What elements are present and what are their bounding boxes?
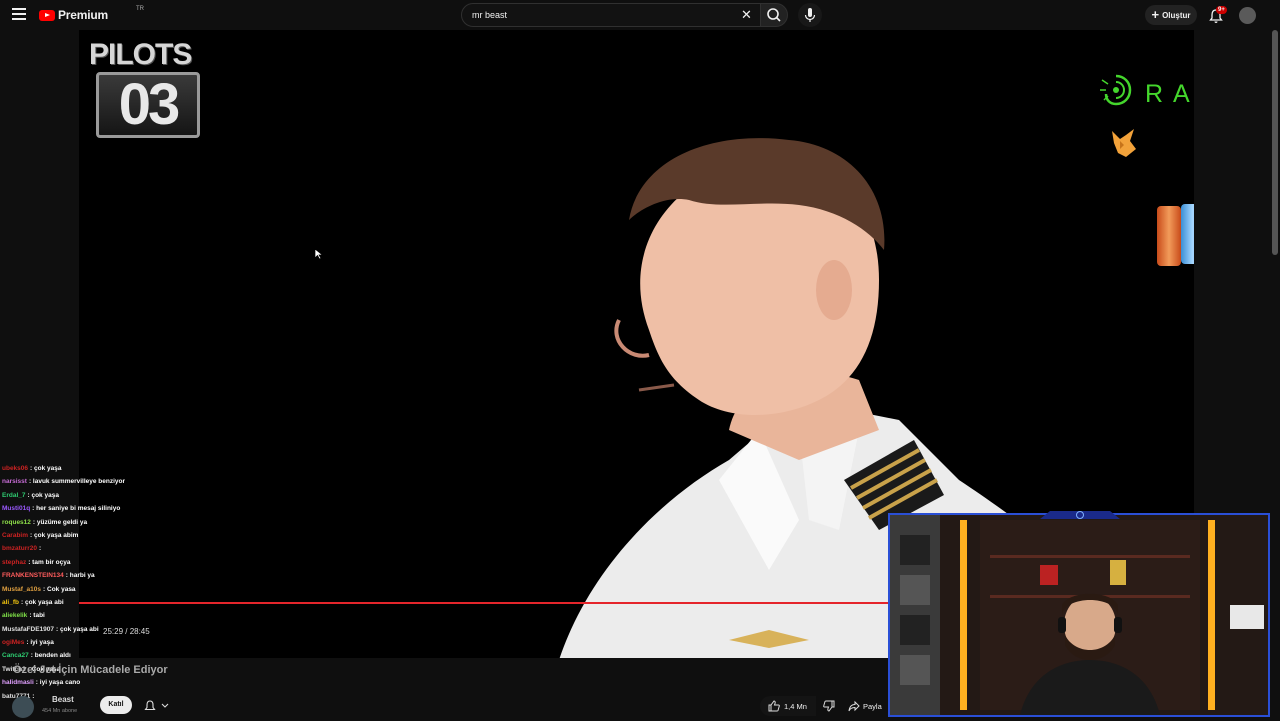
chat-text: : iyi yaşa cano xyxy=(35,679,81,687)
chat-username: Carabim xyxy=(2,531,29,539)
chat-username: Musti01q xyxy=(2,505,31,513)
chat-message: FRANKENSTEIN134: harbi ya xyxy=(2,569,252,582)
chat-username: MustafaFDE1907 xyxy=(2,625,55,633)
subscriber-count: 454 Mn abone xyxy=(42,708,78,714)
video-title: Özel Jet İçin Mücadele Ediyor xyxy=(13,664,168,676)
chat-text: : harbi ya xyxy=(65,572,95,580)
search-icon xyxy=(767,8,781,22)
share-arrow-icon xyxy=(848,700,860,712)
fox-logo-icon xyxy=(1112,129,1136,157)
share-button[interactable]: Payla xyxy=(848,696,888,716)
time-display: 25:29 / 28:45 xyxy=(103,627,150,636)
chat-message: stephaz: tam bir oçya xyxy=(2,556,252,569)
overlay-episode-number: 03 xyxy=(96,72,200,138)
chat-username: FRANKENSTEIN134 xyxy=(2,572,64,580)
mouse-cursor-icon xyxy=(314,248,324,260)
logo-country-code: TR xyxy=(136,6,144,12)
chat-username: ubeks06 xyxy=(2,465,29,472)
chat-text: : benden aldı xyxy=(30,652,71,660)
webcam-frame-logo-icon xyxy=(1040,511,1120,519)
microphone-icon xyxy=(804,8,816,22)
join-button[interactable]: Katıl xyxy=(100,696,132,714)
chat-message: aliekelik: tabi xyxy=(2,609,252,622)
voice-search-button[interactable] xyxy=(798,3,822,27)
search-button[interactable] xyxy=(760,3,788,27)
chat-username: ogiMes xyxy=(2,639,25,647)
chat-username: Mustaf_a10s xyxy=(2,585,42,593)
dislike-button[interactable] xyxy=(822,696,842,716)
chat-username: aliekelik xyxy=(2,612,28,620)
chat-text: : tam bir oçya xyxy=(28,558,71,566)
chat-text: : çok yaşa abi xyxy=(56,625,99,633)
streamer-webcam xyxy=(888,513,1270,717)
chat-message: narsisst: lavuk summervilleye benziyor xyxy=(2,475,252,488)
chat-text: : tabi xyxy=(29,612,45,620)
chat-message: Musti01q: her saniye bi mesaj siliniyo xyxy=(2,502,252,515)
like-count: 1,4 Mn xyxy=(784,701,807,711)
chat-message: Erdal_7: çok yaşa xyxy=(2,489,252,502)
chat-message: roques12: yüzüme geldi ya xyxy=(2,516,252,529)
chat-username: ali_fb xyxy=(2,598,19,606)
create-button[interactable]: + Oluştur xyxy=(1145,5,1197,25)
search-box: ✕ xyxy=(461,3,761,27)
chat-text: : çok yaşa abi xyxy=(20,598,64,606)
subscribe-bell-icon[interactable] xyxy=(142,698,178,714)
thumbs-up-icon xyxy=(768,700,780,712)
share-label: Payla xyxy=(863,701,882,711)
chat-text: : yüzüme geldi ya xyxy=(32,518,88,526)
notification-count-badge: 9+ xyxy=(1216,6,1227,14)
like-button[interactable]: 1,4 Mn xyxy=(760,696,816,716)
chat-message: Carabim: çok yaşa abim xyxy=(2,529,252,542)
channel-avatar[interactable] xyxy=(12,696,34,718)
chat-text: : lavuk summervilleye benziyor xyxy=(28,478,126,486)
chat-text: : çok yaşa xyxy=(30,465,62,472)
youtube-play-icon xyxy=(39,9,55,21)
chat-username: Canca27 xyxy=(2,652,29,660)
chat-message: halidmasli: iyi yaşa cano xyxy=(2,676,252,689)
razer-snake-logo-icon xyxy=(1100,74,1132,106)
chat-username: roques12 xyxy=(2,518,31,526)
chat-username: narsisst xyxy=(2,478,27,486)
razer-sponsor-text: RAZER xyxy=(1145,80,1194,108)
chat-message: ali_fb: çok yaşa abi xyxy=(2,596,252,609)
account-avatar[interactable] xyxy=(1239,7,1256,24)
webcam-scene-image xyxy=(890,515,1268,715)
top-bar: Premium TR ✕ + Oluştur 9+ xyxy=(0,0,1280,30)
chat-message: bmzaturr20: xyxy=(2,542,252,555)
chat-username: stephaz xyxy=(2,558,27,566)
page-scrollbar[interactable] xyxy=(1272,30,1278,255)
chat-text: : çok yaşa xyxy=(27,491,59,499)
chat-username: halidmasli xyxy=(2,679,34,687)
chat-username: Erdal_7 xyxy=(2,491,26,499)
clear-search-icon[interactable]: ✕ xyxy=(741,7,752,23)
chat-message: Canca27: benden aldı xyxy=(2,649,252,662)
chat-text: : xyxy=(39,545,42,553)
chat-message: ubeks06: çok yaşa xyxy=(2,462,252,475)
overlay-pilots-text: PILOTS xyxy=(89,38,192,71)
logo-text: Premium xyxy=(58,8,108,22)
chat-text: : Cok yasa xyxy=(43,585,76,593)
chat-message: ogiMes: iyi yaşa xyxy=(2,636,252,649)
youtube-logo[interactable]: Premium TR xyxy=(39,6,144,22)
thumbs-down-icon xyxy=(823,700,835,712)
chat-text: : her saniye bi mesaj siliniyo xyxy=(32,505,121,513)
channel-name[interactable]: Beast xyxy=(52,695,74,704)
chat-username: bmzaturr20 xyxy=(2,545,38,553)
plus-icon: + xyxy=(1151,7,1160,22)
chat-text: : iyi yaşa xyxy=(26,639,54,647)
create-label: Oluştur xyxy=(1162,10,1191,20)
menu-icon[interactable] xyxy=(12,8,26,20)
chat-message: Mustaf_a10s: Cok yasa xyxy=(2,583,252,596)
chat-text: : çok yaşa abim xyxy=(30,531,79,539)
video-actions: 1,4 Mn Payla xyxy=(760,696,888,716)
search-input[interactable] xyxy=(462,4,722,26)
